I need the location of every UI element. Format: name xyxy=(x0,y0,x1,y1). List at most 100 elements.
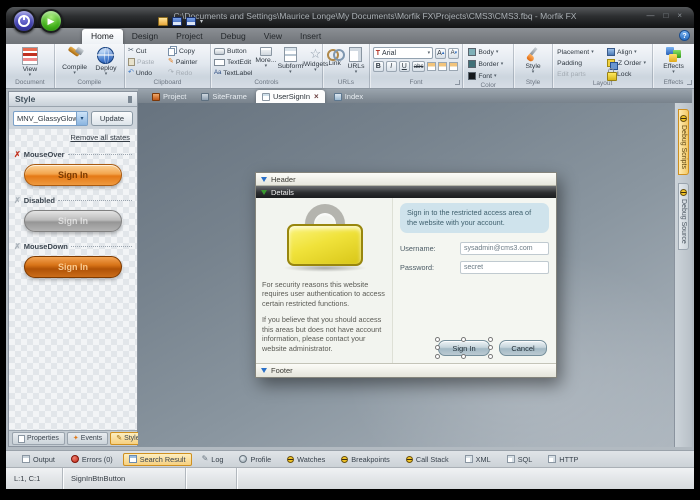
help-icon[interactable]: ? xyxy=(679,30,690,41)
padding-button[interactable]: Padding xyxy=(556,58,605,68)
italic-button[interactable]: I xyxy=(386,61,397,72)
lock-button[interactable]: Lock xyxy=(606,69,649,79)
deploy-button[interactable]: Deploy ▾ xyxy=(93,46,118,78)
style-name-select[interactable]: MNV_GlassyGlow01 ▾ xyxy=(13,111,88,126)
body-color-button[interactable]: Body▾ xyxy=(467,47,509,57)
sign-in-button[interactable]: Sign In xyxy=(438,340,490,356)
tab-debug[interactable]: Debug xyxy=(212,29,255,44)
panel-tab-events[interactable]: ✦Events xyxy=(67,432,108,445)
selection-handle[interactable] xyxy=(461,354,466,359)
collapse-arrow-icon[interactable] xyxy=(261,368,267,373)
align-top-button[interactable] xyxy=(427,62,436,71)
close-button[interactable]: × xyxy=(677,11,682,20)
tab-home[interactable]: Home xyxy=(82,29,123,44)
power-button[interactable] xyxy=(12,9,36,33)
tab-breakpoints[interactable]: Breakpoints xyxy=(335,453,396,466)
doc-tab-usersignin[interactable]: UserSignIn × xyxy=(256,90,325,103)
tab-search-result[interactable]: Search Result xyxy=(123,453,192,466)
password-field[interactable]: secret xyxy=(460,261,549,274)
preview-button-mousedown[interactable]: Sign In xyxy=(24,256,122,278)
zorder-button[interactable]: Z Order▾ xyxy=(606,58,649,68)
remove-state-icon[interactable]: ✗ xyxy=(14,151,21,159)
tab-insert[interactable]: Insert xyxy=(291,29,330,44)
panel-pin-icon[interactable] xyxy=(128,96,132,103)
align-middle-button[interactable] xyxy=(438,62,447,71)
tab-debug-source[interactable]: Debug Source xyxy=(678,183,689,250)
selection-handle[interactable] xyxy=(488,337,493,342)
tab-sql[interactable]: SQL xyxy=(501,453,539,466)
selection-handle[interactable] xyxy=(488,354,493,359)
select-dropdown-icon[interactable]: ▾ xyxy=(76,112,87,125)
tab-log[interactable]: ✎Log xyxy=(196,453,230,466)
selection-handle[interactable] xyxy=(435,345,440,350)
textlabel-control-button[interactable]: AaTextLabel xyxy=(213,68,253,78)
copy-button[interactable]: Copy xyxy=(167,46,208,56)
font-dialog-launcher-icon[interactable] xyxy=(455,80,460,85)
update-button[interactable]: Update xyxy=(91,111,133,126)
username-field[interactable]: sysadmin@cms3.com xyxy=(460,242,549,255)
selection-handle[interactable] xyxy=(488,345,493,350)
tab-watches[interactable]: Watches xyxy=(281,453,331,466)
link-button[interactable]: Link xyxy=(325,46,344,78)
compile-button[interactable]: Compile ▾ xyxy=(60,46,89,78)
details-band[interactable]: Details xyxy=(256,186,556,198)
tab-errors[interactable]: Errors (0) xyxy=(65,453,119,466)
effects-button[interactable]: Effects ▾ xyxy=(661,46,686,78)
remove-state-icon[interactable]: ✗ xyxy=(14,197,21,205)
header-band[interactable]: Header xyxy=(256,173,556,186)
preview-button-disabled[interactable]: Sign In xyxy=(24,210,122,232)
tab-design[interactable]: Design xyxy=(123,29,167,44)
doc-tab-siteframe[interactable]: SiteFrame xyxy=(195,90,253,103)
redo-button[interactable]: ↷Redo xyxy=(167,68,208,78)
textedit-control-button[interactable]: TextEdit xyxy=(213,57,253,67)
cut-button[interactable]: ✂Cut xyxy=(127,46,166,56)
design-canvas[interactable]: Header Details For security reasons this… xyxy=(138,103,674,447)
tab-profile[interactable]: Profile xyxy=(233,453,277,466)
selection-handle[interactable] xyxy=(461,337,466,342)
paste-button[interactable]: Paste xyxy=(127,57,166,67)
quick-access-dropdown-icon[interactable]: ▾ xyxy=(200,18,203,25)
doc-tab-project[interactable]: Project xyxy=(146,90,192,103)
tab-output[interactable]: Output xyxy=(16,453,61,466)
bold-button[interactable]: B xyxy=(373,61,384,72)
align-button[interactable]: Align▾ xyxy=(606,47,649,57)
underline-button[interactable]: U xyxy=(399,61,410,72)
collapse-arrow-icon[interactable] xyxy=(261,177,267,182)
border-color-button[interactable]: Border▾ xyxy=(467,59,509,69)
remove-all-states-link[interactable]: Remove all states xyxy=(14,133,130,142)
open-icon[interactable] xyxy=(158,17,168,26)
cancel-button[interactable]: Cancel xyxy=(499,340,547,356)
effects-dialog-launcher-icon[interactable] xyxy=(687,80,692,85)
strikethrough-button[interactable]: abc xyxy=(412,61,426,72)
urls-button[interactable]: URLs ▾ xyxy=(345,46,366,78)
tab-http[interactable]: HTTP xyxy=(542,453,584,466)
panel-tab-properties[interactable]: Properties xyxy=(12,432,65,445)
undo-button[interactable]: ↶Undo xyxy=(127,68,166,78)
doc-tab-index[interactable]: Index xyxy=(328,90,369,103)
grow-font-button[interactable]: A▴ xyxy=(435,48,446,59)
selection-handle[interactable] xyxy=(435,337,440,342)
view-button[interactable]: View ▾ xyxy=(20,46,40,78)
style-button[interactable]: Style ▾ xyxy=(524,46,543,78)
font-color-button[interactable]: Font▾ xyxy=(467,71,509,81)
maximize-button[interactable]: □ xyxy=(663,11,668,20)
usersignin-form[interactable]: Header Details For security reasons this… xyxy=(255,172,557,378)
painter-button[interactable]: ✎Painter xyxy=(167,57,208,67)
padlock-image[interactable] xyxy=(283,204,367,270)
tab-xml[interactable]: XML xyxy=(459,453,497,466)
save-all-icon[interactable] xyxy=(186,17,196,26)
remove-state-icon[interactable]: ✗ xyxy=(14,243,21,251)
tab-project[interactable]: Project xyxy=(167,29,211,44)
subform-button[interactable]: Subform ▾ xyxy=(278,46,302,78)
font-family-combo[interactable]: T Arial ▾ xyxy=(373,47,433,59)
close-tab-icon[interactable]: × xyxy=(314,92,319,101)
placement-button[interactable]: Placement▾ xyxy=(556,47,605,57)
selection-handle[interactable] xyxy=(435,354,440,359)
run-button[interactable]: ▶ xyxy=(39,9,63,33)
align-bottom-button[interactable] xyxy=(449,62,458,71)
save-icon[interactable] xyxy=(172,17,182,26)
preview-button-mouseover[interactable]: Sign In xyxy=(24,164,122,186)
tab-debug-scripts[interactable]: Debug Scripts xyxy=(678,109,689,175)
more-controls-button[interactable]: More... ▾ xyxy=(254,46,277,78)
tab-view[interactable]: View xyxy=(255,29,291,44)
